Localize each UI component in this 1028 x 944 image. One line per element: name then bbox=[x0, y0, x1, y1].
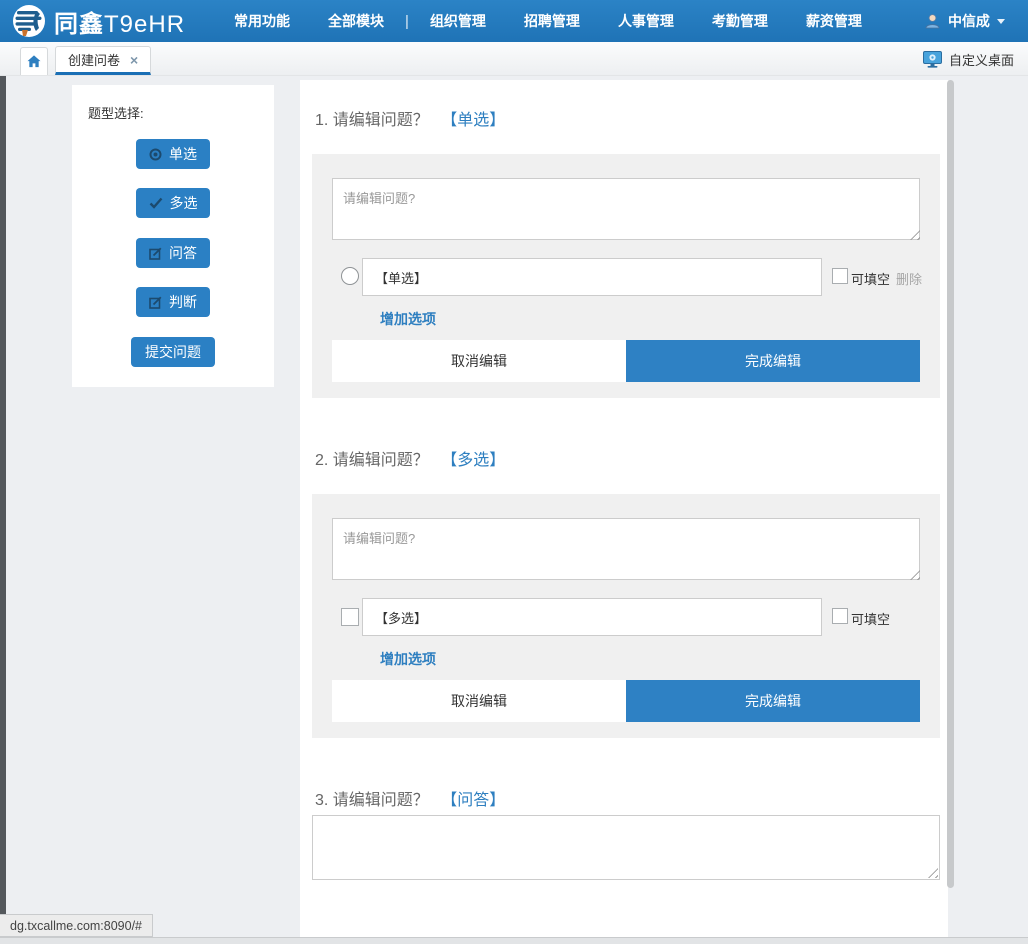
topbar-right-cluster: 中信成 皮肤 语言 bbox=[907, 11, 1028, 31]
question-3-answer-textarea[interactable] bbox=[312, 815, 940, 880]
question-title: 请编辑问题？ bbox=[333, 792, 429, 809]
menu-recruitment[interactable]: 招聘管理 bbox=[505, 11, 599, 31]
question-type-tag[interactable]: 【单选】 bbox=[441, 112, 505, 129]
brand-light: T9eHR bbox=[104, 11, 185, 38]
edit-icon bbox=[149, 247, 162, 260]
brand-title: 同鑫T9eHR bbox=[54, 4, 185, 39]
content-area: 题型选择: 单选 多选 问答 bbox=[0, 76, 1028, 944]
question-2-header: 2. 请编辑问题？ 【多选】 bbox=[315, 446, 505, 470]
collapsed-side-strip bbox=[0, 76, 6, 937]
skin-menu[interactable]: 皮肤 bbox=[1022, 11, 1028, 31]
menu-organization[interactable]: 组织管理 bbox=[411, 11, 505, 31]
menu-payroll[interactable]: 薪资管理 bbox=[787, 11, 881, 31]
finish-edit-button[interactable]: 完成编辑 bbox=[626, 680, 920, 722]
menu-attendance[interactable]: 考勤管理 bbox=[693, 11, 787, 31]
single-choice-label: 单选 bbox=[169, 144, 197, 164]
option-1-input[interactable] bbox=[362, 258, 822, 296]
tab-label: 创建问卷 bbox=[68, 50, 120, 69]
cancel-edit-button[interactable]: 取消编辑 bbox=[332, 340, 626, 382]
chevron-down-icon bbox=[997, 19, 1005, 24]
tab-bar: 创建问卷 × 自定义桌面 bbox=[0, 42, 1028, 76]
question-number: 1. bbox=[315, 112, 328, 129]
top-navigation-bar: 同鑫T9eHR 常用功能 全部模块 | 组织管理 招聘管理 人事管理 考勤管理 … bbox=[0, 0, 1028, 42]
vertical-scrollbar[interactable] bbox=[947, 80, 954, 888]
option-radio[interactable] bbox=[341, 267, 359, 285]
edit-actions: 取消编辑 完成编辑 bbox=[332, 680, 920, 722]
menu-divider: | bbox=[403, 13, 411, 30]
question-number: 2. bbox=[315, 452, 328, 469]
brand-bold: 同鑫 bbox=[54, 11, 104, 38]
multi-choice-label: 多选 bbox=[170, 193, 198, 213]
user-avatar-icon bbox=[924, 13, 941, 29]
finish-edit-button[interactable]: 完成编辑 bbox=[626, 340, 920, 382]
user-name: 中信成 bbox=[948, 11, 990, 31]
qa-label: 问答 bbox=[169, 243, 197, 263]
customize-desktop-button[interactable]: 自定义桌面 bbox=[923, 50, 1014, 69]
fillable-checkbox[interactable] bbox=[832, 268, 848, 284]
edit-icon bbox=[149, 296, 162, 309]
delete-option-link[interactable]: 删除 bbox=[896, 269, 922, 288]
question-title: 请编辑问题？ bbox=[333, 452, 429, 469]
question-2-text-input[interactable] bbox=[332, 518, 920, 580]
question-3-header: 3. 请编辑问题？ 【问答】 bbox=[315, 786, 505, 810]
option-checkbox[interactable] bbox=[341, 608, 359, 626]
fillable-label: 可填空 bbox=[851, 609, 890, 628]
customize-desktop-label: 自定义桌面 bbox=[949, 50, 1014, 69]
fillable-label: 可填空 bbox=[851, 269, 890, 288]
question-type-title: 题型选择: bbox=[88, 103, 144, 122]
single-choice-button[interactable]: 单选 bbox=[136, 139, 210, 169]
option-1-input[interactable] bbox=[362, 598, 822, 636]
question-type-tag[interactable]: 【多选】 bbox=[441, 452, 505, 469]
top-menu: 常用功能 全部模块 | 组织管理 招聘管理 人事管理 考勤管理 薪资管理 bbox=[215, 11, 881, 31]
monitor-gear-icon bbox=[923, 51, 942, 68]
home-icon bbox=[27, 55, 41, 68]
judgement-button[interactable]: 判断 bbox=[136, 287, 210, 317]
question-number: 3. bbox=[315, 792, 328, 809]
questionnaire-editor: 1. 请编辑问题？ 【单选】 可填空 删除 增加选项 取消编辑 完成编辑 bbox=[300, 80, 948, 937]
question-type-tag[interactable]: 【问答】 bbox=[441, 792, 505, 809]
status-bar-url: dg.txcallme.com:8090/# bbox=[0, 914, 153, 937]
menu-common-functions[interactable]: 常用功能 bbox=[215, 11, 309, 31]
question-1-edit-panel: 可填空 删除 增加选项 取消编辑 完成编辑 bbox=[312, 154, 940, 398]
submit-question-button[interactable]: 提交问题 bbox=[131, 337, 215, 367]
edit-actions: 取消编辑 完成编辑 bbox=[332, 340, 920, 382]
check-icon bbox=[149, 197, 163, 209]
add-option-link[interactable]: 增加选项 bbox=[380, 649, 436, 669]
judgement-label: 判断 bbox=[169, 292, 197, 312]
radio-icon bbox=[149, 148, 162, 161]
question-type-panel: 题型选择: 单选 多选 问答 bbox=[72, 85, 274, 387]
app-window: 同鑫T9eHR 常用功能 全部模块 | 组织管理 招聘管理 人事管理 考勤管理 … bbox=[0, 0, 1028, 944]
tab-create-questionnaire[interactable]: 创建问卷 × bbox=[55, 46, 151, 75]
question-1-text-input[interactable] bbox=[332, 178, 920, 240]
menu-personnel[interactable]: 人事管理 bbox=[599, 11, 693, 31]
menu-all-modules[interactable]: 全部模块 bbox=[309, 11, 403, 31]
question-1-header: 1. 请编辑问题？ 【单选】 bbox=[315, 106, 505, 130]
multi-choice-button[interactable]: 多选 bbox=[136, 188, 210, 218]
question-title: 请编辑问题？ bbox=[333, 112, 429, 129]
tab-home[interactable] bbox=[20, 47, 48, 75]
add-option-link[interactable]: 增加选项 bbox=[380, 309, 436, 329]
user-menu[interactable]: 中信成 bbox=[907, 11, 1022, 31]
bottom-edge-strip bbox=[0, 937, 1028, 944]
question-2-edit-panel: 可填空 增加选项 取消编辑 完成编辑 bbox=[312, 494, 940, 738]
company-logo-icon bbox=[12, 4, 46, 38]
qa-button[interactable]: 问答 bbox=[136, 238, 210, 268]
tab-close-icon[interactable]: × bbox=[130, 53, 138, 67]
fillable-checkbox[interactable] bbox=[832, 608, 848, 624]
cancel-edit-button[interactable]: 取消编辑 bbox=[332, 680, 626, 722]
submit-question-label: 提交问题 bbox=[145, 342, 201, 362]
